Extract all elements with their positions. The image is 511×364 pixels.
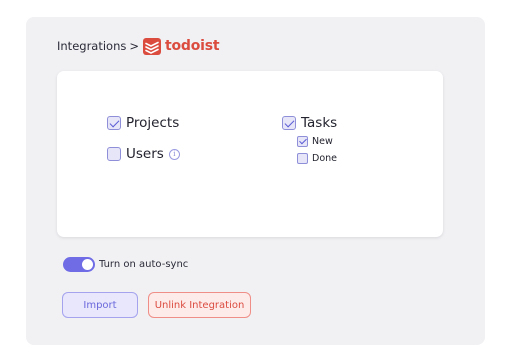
tasks-new-option[interactable]: New xyxy=(297,136,333,147)
tasks-done-checkbox[interactable] xyxy=(297,153,308,164)
todoist-logo-text: todoist xyxy=(165,38,220,54)
tasks-option[interactable]: Tasks xyxy=(282,115,337,131)
tasks-label: Tasks xyxy=(301,115,338,131)
breadcrumb: Integrations > todoist xyxy=(57,37,220,55)
unlink-integration-button[interactable]: Unlink Integration xyxy=(148,292,251,318)
sync-options-card: Projects Users i Tasks New Done xyxy=(57,71,443,237)
autosync-toggle[interactable] xyxy=(63,257,95,272)
tasks-new-label: New xyxy=(312,136,333,147)
tasks-checkbox[interactable] xyxy=(282,116,296,130)
import-button[interactable]: Import xyxy=(62,292,138,318)
tasks-done-label: Done xyxy=(312,153,337,164)
users-option[interactable]: Users i xyxy=(107,146,180,162)
tasks-done-option[interactable]: Done xyxy=(297,153,337,164)
breadcrumb-separator: > xyxy=(129,39,139,53)
toggle-knob xyxy=(82,259,93,270)
users-label: Users xyxy=(126,146,164,162)
todoist-logo-icon xyxy=(143,37,161,55)
projects-option[interactable]: Projects xyxy=(107,115,179,131)
projects-label: Projects xyxy=(126,115,180,131)
breadcrumb-parent[interactable]: Integrations xyxy=(57,39,126,53)
projects-checkbox[interactable] xyxy=(107,116,121,130)
autosync-row: Turn on auto-sync xyxy=(63,257,188,272)
info-icon[interactable]: i xyxy=(168,148,180,160)
autosync-label: Turn on auto-sync xyxy=(99,259,189,270)
tasks-new-checkbox[interactable] xyxy=(297,136,308,147)
users-checkbox[interactable] xyxy=(107,147,121,161)
